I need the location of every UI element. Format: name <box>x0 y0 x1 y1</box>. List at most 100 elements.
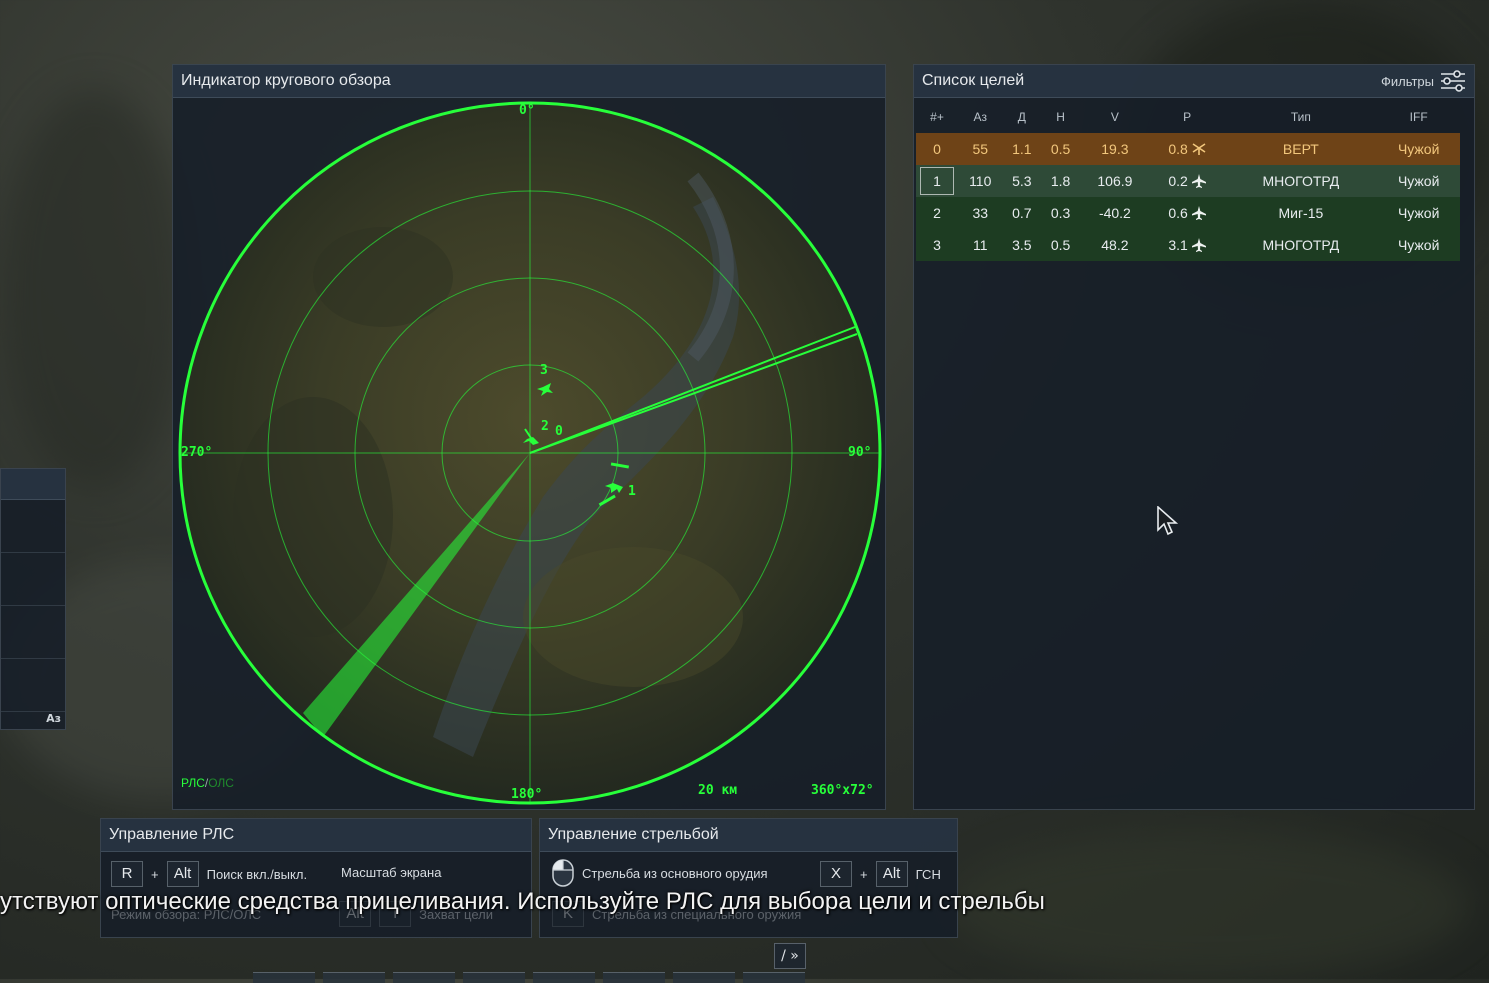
target-num: 0 <box>933 141 941 157</box>
target-iff: Чужой <box>1397 141 1440 157</box>
target-size-cell: 0.8 <box>1150 133 1225 165</box>
radar-indicator-panel: Индикатор кругового обзора 0° 90° 180° 2… <box>172 64 886 810</box>
target-type: МНОГОТРД <box>1262 173 1340 189</box>
radar-toggle-row[interactable]: R + Alt Поиск вкл./выкл. <box>111 861 307 887</box>
target-size: 0.6 <box>1168 205 1188 221</box>
key-x[interactable]: X <box>820 861 852 887</box>
bottom-slot[interactable] <box>323 972 385 983</box>
target-azimuth: 110 <box>969 173 992 189</box>
radar-mode-switch[interactable]: РЛС/ОЛС <box>181 776 234 790</box>
target-row[interactable]: 1 110 5.3 1.8 106.9 0.2 МНОГОТРД Чужой <box>916 165 1460 197</box>
radar-sector: 360°x72° <box>811 783 874 798</box>
bottom-slot[interactable] <box>603 972 665 983</box>
col-distance[interactable]: Д <box>1002 101 1041 133</box>
radar-panel-title: Индикатор кругового обзора <box>173 65 885 98</box>
target-height: 0.3 <box>1050 205 1071 221</box>
col-type[interactable]: Тип <box>1224 101 1377 133</box>
filters-button[interactable]: Фильтры <box>1381 65 1466 97</box>
screen-scale-label[interactable]: Масштаб экрана <box>341 865 441 880</box>
bottom-slot[interactable] <box>253 972 315 983</box>
radar-control-panel: Управление РЛС R + Alt Поиск вкл./выкл. … <box>100 818 532 938</box>
target-list-panel: Список целей Фильтры #+ Аз Д Н V Р Тип I… <box>913 64 1475 810</box>
target-size-cell: 0.2 <box>1150 165 1225 197</box>
bottom-slot[interactable] <box>393 972 455 983</box>
target-speed: 106.9 <box>1097 173 1133 189</box>
plus-sign: + <box>151 866 159 882</box>
bottom-slot[interactable] <box>533 972 595 983</box>
target-size-cell: 3.1 <box>1150 229 1225 261</box>
jet-icon <box>1191 206 1206 220</box>
target-num: 1 <box>920 167 954 195</box>
filters-sliders-icon <box>1441 70 1465 92</box>
target-azimuth: 33 <box>972 205 989 221</box>
target-height: 1.8 <box>1050 173 1071 189</box>
target-distance: 0.7 <box>1012 205 1032 221</box>
target-speed: -40.2 <box>1098 205 1131 221</box>
key-alt[interactable]: Alt <box>875 861 908 887</box>
col-speed[interactable]: V <box>1080 101 1150 133</box>
target-azimuth: 55 <box>972 141 989 157</box>
target-row[interactable]: 0 55 1.1 0.5 19.3 0.8 ВЕРТ Чужой <box>916 133 1460 165</box>
left-partial-panel: Аз <box>0 468 66 730</box>
col-azimuth[interactable]: Аз <box>958 101 1002 133</box>
jet-icon <box>1191 238 1206 252</box>
target-row[interactable]: 2 33 0.7 0.3 -40.2 0.6 Миг-15 Чужой <box>916 197 1460 229</box>
target-size: 3.1 <box>1168 237 1188 253</box>
target-azimuth: 11 <box>972 237 988 253</box>
bearing-0-label: 0° <box>519 103 535 118</box>
target-iff: Чужой <box>1397 205 1440 221</box>
target-speed: 19.3 <box>1101 141 1129 157</box>
hint-subtitle: утствуют оптические средства прицеливани… <box>0 888 1045 915</box>
filters-label: Фильтры <box>1380 73 1434 89</box>
target-iff: Чужой <box>1397 173 1440 189</box>
target-num: 3 <box>933 237 941 253</box>
col-size[interactable]: Р <box>1150 101 1225 133</box>
target-distance: 3.5 <box>1012 237 1032 253</box>
target-num: 2 <box>933 205 941 221</box>
target-distance: 5.3 <box>1012 173 1032 189</box>
blip-3-label: 3 <box>540 363 548 378</box>
radar-scale[interactable]: 20 км <box>698 783 737 798</box>
target-distance: 1.1 <box>1012 141 1032 157</box>
radar-scope[interactable] <box>173 97 885 809</box>
bearing-270-label: 270° <box>181 445 213 460</box>
col-num[interactable]: #+ <box>916 101 958 133</box>
target-height: 0.5 <box>1050 237 1071 253</box>
plus-sign: + <box>860 866 868 882</box>
fire-control-panel: Управление стрельбой Стрельба из основно… <box>539 818 958 938</box>
target-num-cell: 1 <box>916 165 958 197</box>
blip-1-label: 1 <box>628 484 636 499</box>
target-size: 0.8 <box>1168 141 1188 157</box>
target-size-cell: 0.6 <box>1150 197 1225 229</box>
bottom-slot[interactable] <box>743 972 805 983</box>
target-iff: Чужой <box>1397 237 1440 253</box>
target-table: #+ Аз Д Н V Р Тип IFF 0 55 1.1 0.5 19.3 … <box>916 101 1460 261</box>
blip-0-label: 0 <box>555 424 563 439</box>
mode-rls[interactable]: РЛС <box>181 776 205 790</box>
col-iff[interactable]: IFF <box>1377 101 1460 133</box>
expand-bar-button[interactable]: / » <box>774 943 806 969</box>
main-gun-row[interactable]: Стрельба из основного орудия <box>552 859 768 887</box>
target-speed: 48.2 <box>1101 237 1129 253</box>
mouse-cursor-icon <box>1157 506 1179 536</box>
left-panel-az-label: Аз <box>46 712 61 725</box>
target-table-header: #+ Аз Д Н V Р Тип IFF <box>916 101 1460 133</box>
radar-toggle-label: Поиск вкл./выкл. <box>206 866 308 882</box>
seeker-row[interactable]: X + Alt ГСН <box>820 861 941 887</box>
mode-ols[interactable]: ОЛС <box>208 776 234 790</box>
fire-control-title: Управление стрельбой <box>540 819 957 852</box>
bearing-180-label: 180° <box>511 787 543 802</box>
main-gun-label: Стрельба из основного орудия <box>582 865 768 881</box>
seeker-label: ГСН <box>915 866 941 882</box>
key-alt[interactable]: Alt <box>166 861 199 887</box>
radar-control-title: Управление РЛС <box>101 819 531 852</box>
bearing-90-label: 90° <box>848 445 872 460</box>
target-row[interactable]: 3 11 3.5 0.5 48.2 3.1 МНОГОТРД Чужой <box>916 229 1460 261</box>
col-height[interactable]: Н <box>1041 101 1080 133</box>
helicopter-icon <box>1192 143 1206 155</box>
bottom-slot[interactable] <box>673 972 735 983</box>
jet-icon <box>1191 174 1206 188</box>
target-type: ВЕРТ <box>1282 141 1319 157</box>
bottom-slot[interactable] <box>463 972 525 983</box>
key-r[interactable]: R <box>111 861 143 887</box>
